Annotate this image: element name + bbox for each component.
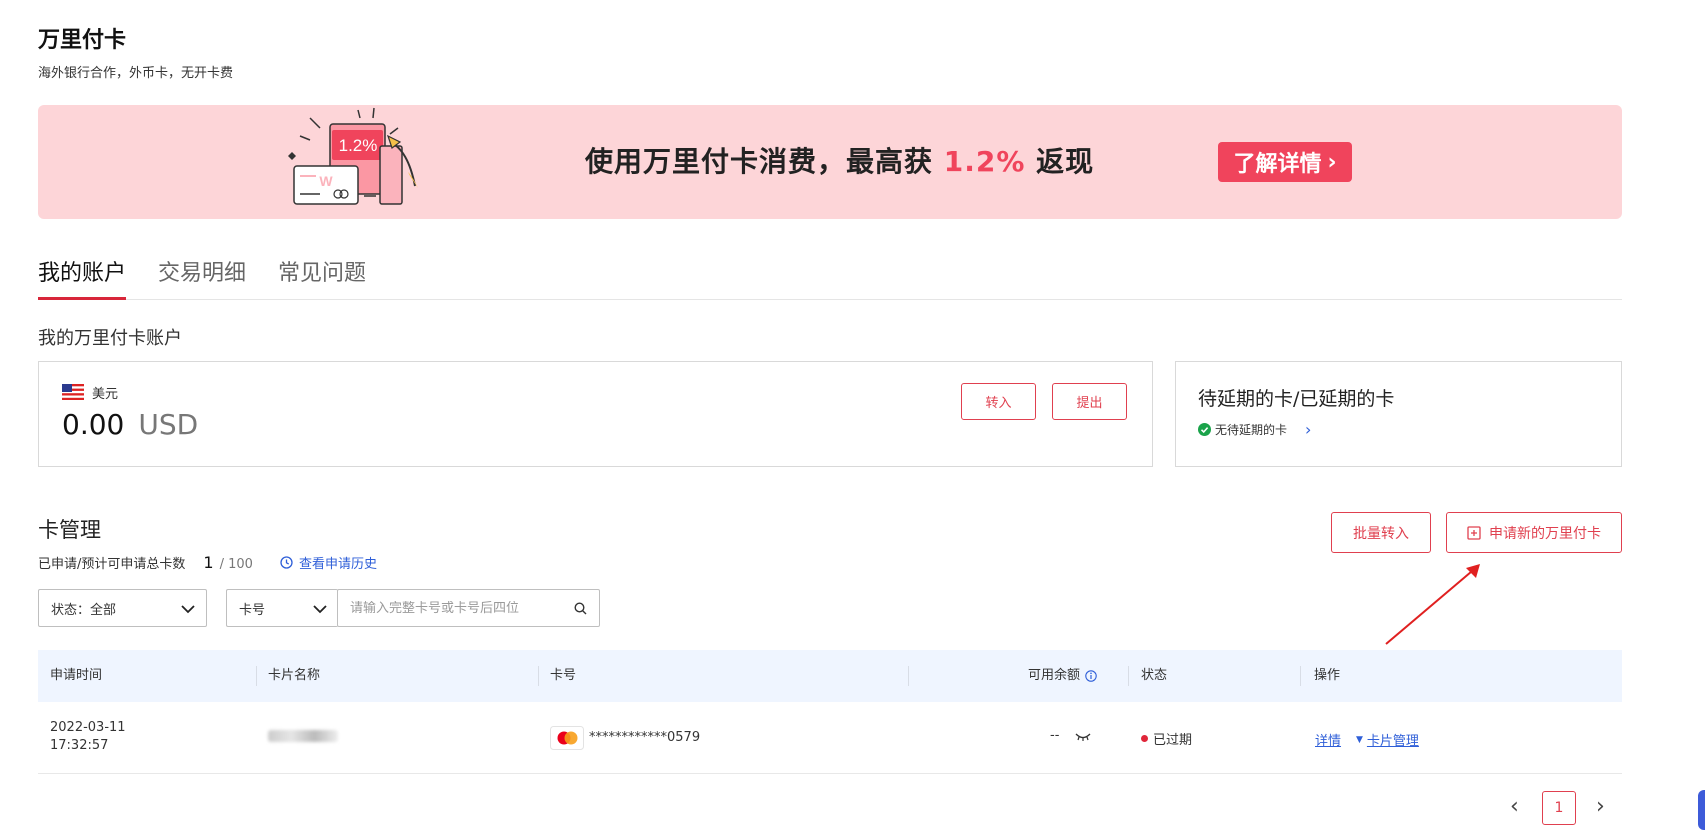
apply-count-label: 已申请/预计可申请总卡数	[38, 557, 186, 572]
clock-icon	[280, 556, 293, 569]
column-divider	[538, 666, 539, 686]
status-filter-value: 状态：全部	[51, 602, 117, 618]
column-divider	[256, 666, 257, 686]
banner-text: 使用万里付卡消费，最高获 1.2% 返现	[585, 140, 1094, 180]
card-search-input[interactable]	[350, 600, 580, 616]
total-count: / 100	[219, 557, 253, 572]
withdraw-button[interactable]: 提出	[1052, 383, 1127, 420]
applied-count: 1	[203, 553, 214, 572]
tab-faq[interactable]: 常见问题	[278, 255, 366, 300]
chevron-right-icon: ›	[1327, 149, 1337, 175]
floating-help-widget[interactable]	[1698, 790, 1705, 830]
row-apply-date: 2022-03-11	[50, 720, 126, 735]
row-card-number: ************0579	[589, 730, 701, 745]
prev-page-icon[interactable]: ‹	[1510, 794, 1519, 819]
chevron-right-icon[interactable]: ›	[1305, 420, 1311, 439]
column-header-card-name: 卡片名称	[268, 668, 321, 683]
us-flag-icon	[62, 384, 84, 400]
cashback-card-illustration-icon: 1.2% W	[288, 107, 418, 205]
banner-text-post: 返现	[1036, 145, 1095, 178]
page-subtitle: 海外银行合作，外币卡，无开卡费	[38, 66, 234, 81]
page-title: 万里付卡	[38, 28, 127, 53]
apply-count-info: 已申请/预计可申请总卡数 1 / 100	[38, 553, 253, 572]
card-management-title: 卡管理	[38, 518, 101, 542]
column-header-balance: 可用余额	[1028, 650, 1097, 702]
balance-value: 0.00	[62, 408, 125, 441]
card-letter-text: W	[319, 173, 333, 189]
caret-down-icon: ▼	[1356, 734, 1363, 745]
column-header-status: 状态	[1141, 668, 1168, 683]
balance-unit: USD	[138, 408, 199, 441]
search-icon[interactable]	[574, 602, 587, 615]
extension-status-text: 无待延期的卡	[1215, 423, 1288, 437]
extension-title: 待延期的卡/已延期的卡	[1198, 388, 1395, 410]
card-manage-dropdown[interactable]: ▼ 卡片管理	[1356, 730, 1419, 749]
detail-link[interactable]: 详情	[1315, 730, 1341, 749]
learn-more-button[interactable]: 了解详情 ›	[1218, 142, 1352, 182]
card-name-blurred	[268, 730, 338, 742]
tab-my-account[interactable]: 我的账户	[38, 255, 127, 300]
card-manage-link[interactable]: 卡片管理	[1367, 730, 1419, 749]
currency-name: 美元	[92, 387, 119, 402]
column-divider	[1128, 666, 1129, 686]
apply-new-card-button[interactable]: 申请新的万里付卡	[1446, 512, 1622, 553]
info-icon[interactable]	[1085, 670, 1097, 682]
view-history-link[interactable]: 查看申请历史	[280, 553, 377, 572]
apply-new-card-label: 申请新的万里付卡	[1489, 525, 1601, 542]
annotation-arrow	[1385, 564, 1480, 645]
card-badge-text: 1.2%	[339, 136, 378, 155]
column-header-apply-time: 申请时间	[50, 668, 103, 683]
status-filter-select[interactable]: 状态：全部	[38, 589, 207, 627]
status-badge: 已过期	[1141, 729, 1192, 748]
view-history-label: 查看申请历史	[299, 557, 378, 572]
row-balance: --	[1050, 728, 1060, 743]
transfer-in-button[interactable]: 转入	[961, 383, 1036, 420]
tab-transactions[interactable]: 交易明细	[158, 255, 246, 300]
tab-bar: 我的账户 交易明细 常见问题	[38, 255, 1622, 300]
column-divider	[908, 666, 909, 686]
check-circle-icon	[1198, 423, 1211, 436]
learn-more-label: 了解详情	[1233, 152, 1322, 177]
balance-header-label: 可用余额	[1028, 668, 1081, 683]
card-search-box[interactable]	[337, 589, 600, 627]
row-apply-time: 17:32:57	[50, 738, 109, 753]
hide-balance-eye-icon[interactable]	[1075, 732, 1091, 742]
search-field-value: 卡号	[239, 602, 266, 618]
column-header-actions: 操作	[1314, 668, 1341, 683]
batch-transfer-button[interactable]: 批量转入	[1331, 512, 1431, 553]
chevron-down-icon	[313, 605, 327, 614]
status-dot	[1141, 735, 1148, 742]
banner-text-pre: 使用万里付卡消费，最高获	[585, 145, 934, 178]
mastercard-icon	[550, 726, 584, 750]
status-text: 已过期	[1153, 733, 1193, 748]
extension-status[interactable]: 无待延期的卡 ›	[1198, 420, 1311, 439]
extension-card	[1175, 361, 1622, 467]
chevron-down-icon	[181, 605, 195, 614]
column-divider	[1300, 666, 1301, 686]
next-page-icon[interactable]: ›	[1596, 794, 1605, 819]
table-header: 申请时间 卡片名称 卡号 可用余额 状态 操作	[38, 650, 1622, 702]
column-header-card-number: 卡号	[550, 668, 577, 683]
account-section-label: 我的万里付卡账户	[38, 328, 182, 349]
account-balance: 0.00 USD	[62, 408, 198, 441]
page-number-button[interactable]: 1	[1542, 791, 1576, 825]
table-row: 2022-03-11 17:32:57 ************0579 -- …	[38, 702, 1622, 774]
search-field-select[interactable]: 卡号	[226, 589, 338, 627]
banner-text-highlight: 1.2%	[943, 145, 1026, 178]
add-card-icon	[1467, 525, 1481, 540]
